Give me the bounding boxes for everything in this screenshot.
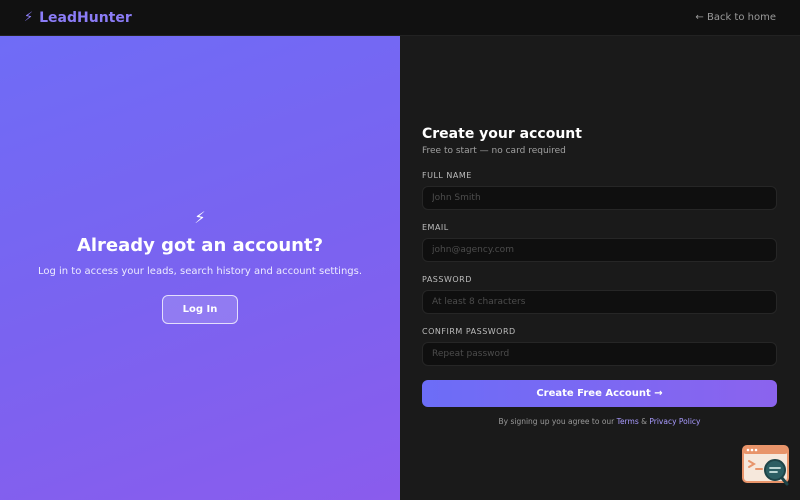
terms-and: & bbox=[641, 417, 647, 426]
brand-name: LeadHunter bbox=[39, 9, 132, 26]
lightning-icon: ⚡ bbox=[24, 10, 34, 25]
confirm-password-label: CONFIRM PASSWORD bbox=[422, 327, 516, 336]
email-label: EMAIL bbox=[422, 223, 449, 232]
signup-subtitle: Free to start — no card required bbox=[422, 146, 566, 156]
full-name-field[interactable] bbox=[422, 186, 777, 210]
terms-prefix: By signing up you agree to our bbox=[498, 417, 615, 426]
brand-logo[interactable]: ⚡ LeadHunter bbox=[24, 10, 132, 26]
browser-search-icon[interactable] bbox=[742, 445, 790, 487]
login-promo-title: Already got an account? bbox=[76, 235, 324, 256]
signup-panel: Create your account Free to start — no c… bbox=[400, 36, 800, 500]
terms-notice: By signing up you agree to our Terms & P… bbox=[422, 417, 777, 426]
back-to-home-link[interactable]: ← Back to home bbox=[695, 12, 776, 23]
lightning-icon: ⚡ bbox=[194, 208, 206, 227]
password-label: PASSWORD bbox=[422, 275, 472, 284]
full-name-label: FULL NAME bbox=[422, 171, 472, 180]
signup-title: Create your account bbox=[422, 126, 582, 142]
login-promo-panel: ⚡ Already got an account? Log in to acce… bbox=[0, 36, 400, 500]
log-in-button[interactable]: Log In bbox=[162, 295, 238, 324]
login-promo-text: Log in to access your leads, search hist… bbox=[37, 266, 363, 277]
confirm-password-field[interactable] bbox=[422, 342, 777, 366]
email-field[interactable] bbox=[422, 238, 777, 262]
top-navbar: ⚡ LeadHunter ← Back to home bbox=[0, 0, 800, 36]
create-account-button[interactable]: Create Free Account → bbox=[422, 380, 777, 407]
privacy-policy-link[interactable]: Privacy Policy bbox=[649, 417, 700, 426]
password-field[interactable] bbox=[422, 290, 777, 314]
terms-link[interactable]: Terms bbox=[617, 417, 639, 426]
